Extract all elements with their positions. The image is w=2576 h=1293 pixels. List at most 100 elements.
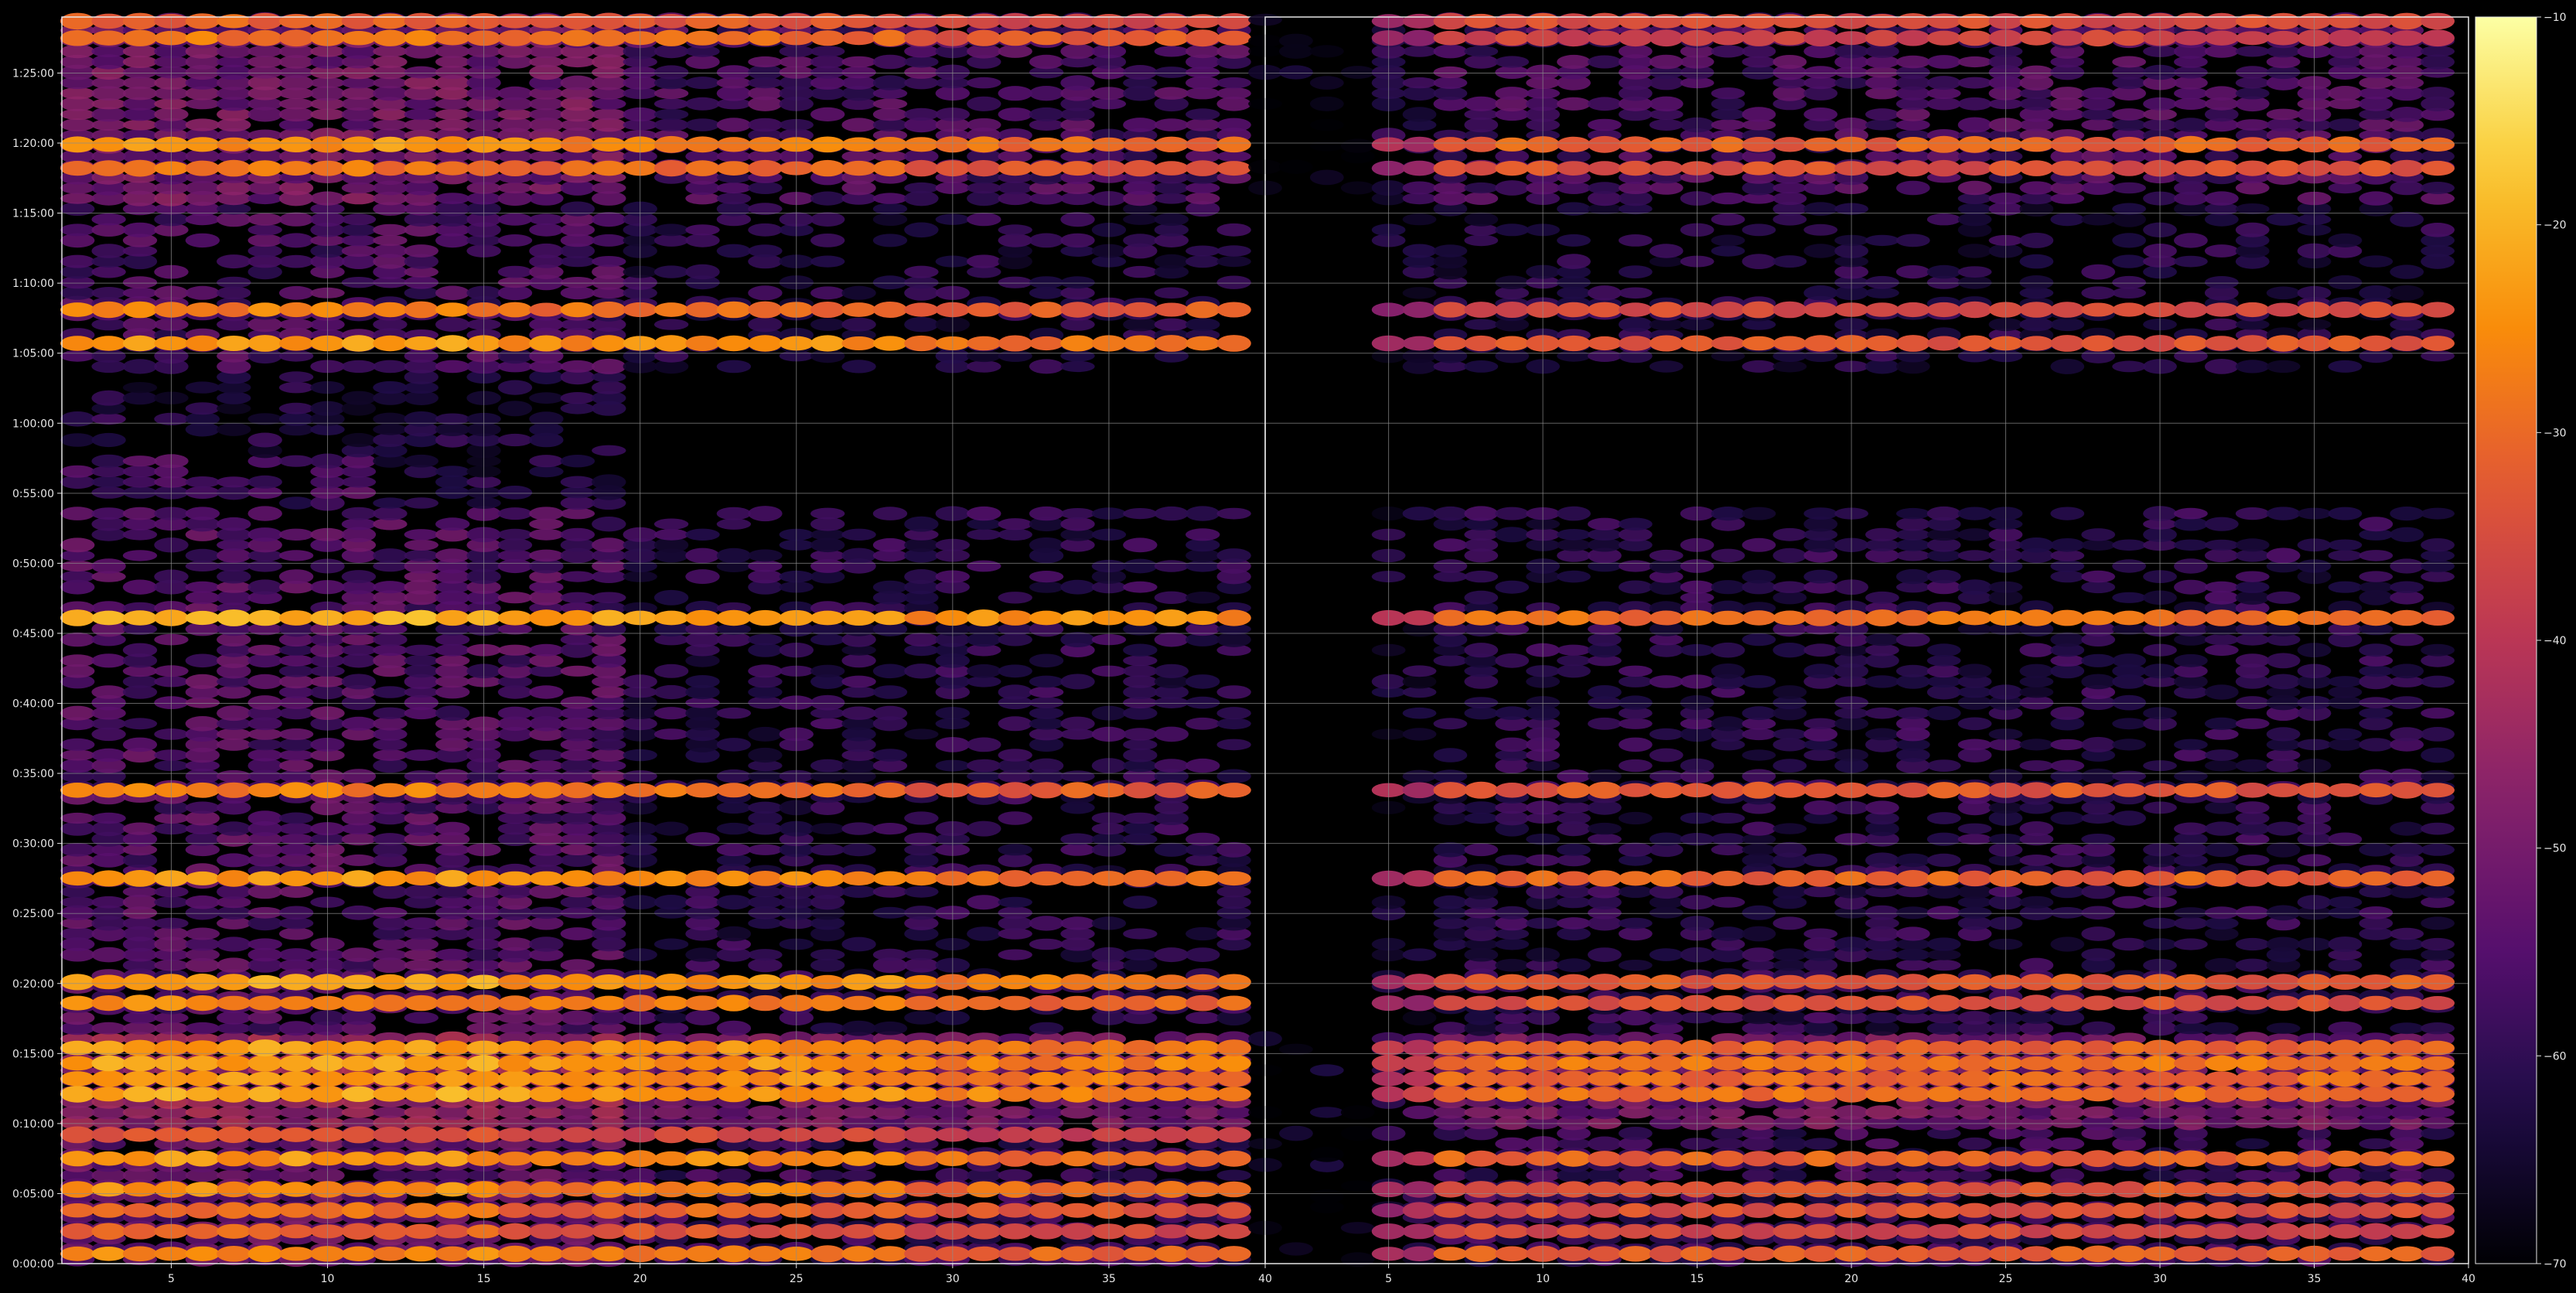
data-point [1649,728,1684,741]
data-point [967,182,1001,194]
data-point [247,234,282,247]
data-point [404,301,438,319]
data-point [2390,696,2424,709]
data-point [2359,1105,2393,1120]
data-point [1216,136,1251,153]
data-point [872,160,908,177]
data-point [60,136,95,153]
data-point [91,287,126,299]
data-point [592,358,626,374]
data-point [2235,854,2270,866]
data-point [653,1040,689,1056]
data-point [685,1010,720,1025]
data-point [185,1117,220,1129]
data-point [341,476,377,488]
data-point [1123,655,1158,667]
data-point [247,224,282,236]
data-point [1216,548,1251,563]
data-point [217,685,251,699]
data-point [373,380,408,394]
data-point [529,243,564,259]
data-point [1154,46,1189,57]
data-point [1186,1012,1220,1025]
data-point [967,506,1001,521]
data-point [716,1182,752,1196]
data-point [560,959,595,972]
data-point [404,959,438,971]
data-point [185,1246,220,1261]
data-point [1895,664,1930,677]
data-point [529,411,564,427]
data-point [435,335,470,352]
data-point [841,610,876,626]
data-point [1029,758,1064,773]
data-point [1123,508,1158,520]
data-point [1742,769,1776,783]
data-point [560,201,595,217]
data-point [1123,558,1158,574]
data-point [967,1055,1001,1072]
data-point [60,118,95,131]
data-point [592,137,626,152]
data-point [435,1246,470,1262]
data-point [341,674,377,690]
data-point [653,728,689,740]
data-point [497,1055,533,1072]
data-point [653,938,689,950]
data-point [904,974,939,989]
data-point [967,529,1001,541]
data-point [1742,749,1776,761]
data-point [653,319,689,330]
data-point [91,13,126,29]
data-point [560,496,595,510]
data-point [967,1107,1001,1118]
y-tick-label: 0:00:00 [12,1258,54,1271]
data-point [1123,1117,1158,1129]
data-point [341,644,377,656]
data-point [1618,1127,1653,1141]
data-point [1060,1151,1095,1167]
data-point [1029,686,1064,698]
data-point [685,1056,720,1071]
data-point [841,1055,876,1072]
data-point [967,895,1001,910]
data-point [2050,759,2085,772]
data-point [373,13,408,29]
data-point [185,285,220,300]
data-point [967,302,1001,317]
y-tick-label: 0:35:00 [12,768,54,780]
data-point [404,1151,438,1166]
data-point [716,182,752,194]
data-point [1216,43,1251,59]
data-point [404,539,438,551]
data-point [1557,802,1591,814]
data-point [810,610,845,626]
data-point [685,13,720,29]
data-point [841,1169,876,1181]
data-point [2174,822,2208,835]
data-point [2390,958,2424,973]
data-point [748,917,783,930]
y-tick-label: 0:25:00 [12,908,54,920]
data-point [247,783,282,798]
data-point [341,1223,377,1240]
data-point [2421,1168,2455,1183]
data-point [1154,118,1189,131]
data-point [1649,675,1684,688]
data-point [404,994,438,1012]
data-point [560,1224,595,1239]
data-point [904,906,939,920]
data-point [560,717,595,730]
data-point [373,581,408,594]
data-point [341,234,377,247]
data-point [998,1106,1032,1119]
data-point [1216,685,1251,699]
data-point [122,1151,158,1166]
y-tick-label: 1:25:00 [12,67,54,80]
data-point [1186,118,1220,131]
data-point [998,1056,1032,1071]
data-point [1742,1168,1776,1182]
data-point [247,995,282,1011]
data-point [278,728,314,740]
data-point [497,234,533,247]
